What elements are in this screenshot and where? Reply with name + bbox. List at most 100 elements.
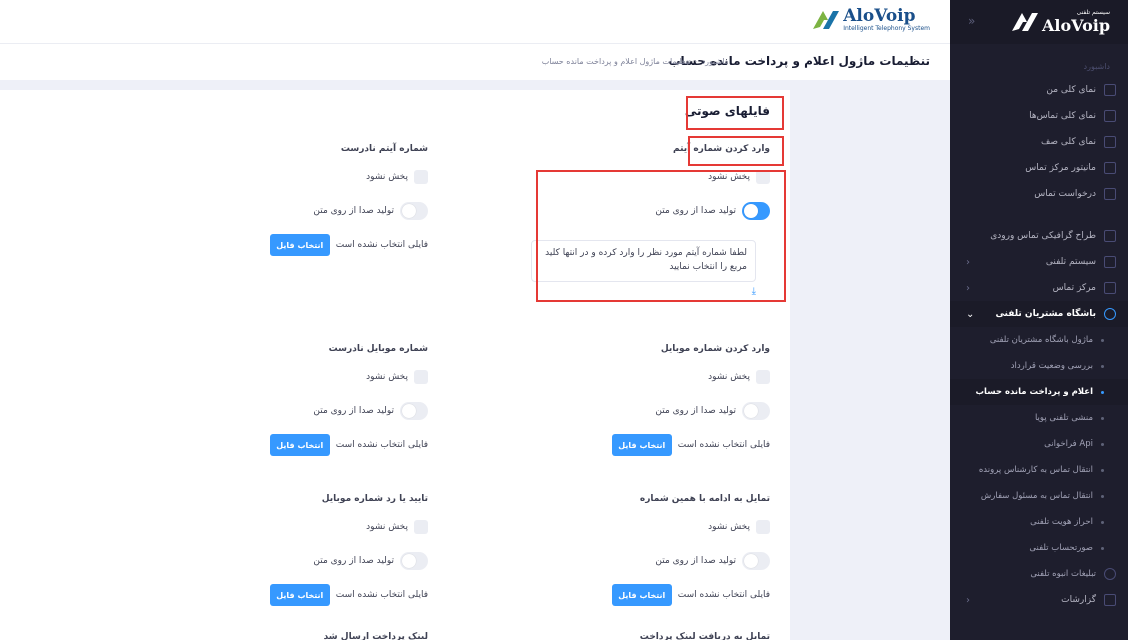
sidebar-subitem[interactable]: فراخوانی Api: [950, 431, 1128, 457]
tts-toggle[interactable]: [742, 552, 770, 570]
sidebar-item-customer-club[interactable]: ⌄ باشگاه مشتریان تلفنی: [950, 301, 1128, 327]
block-title: شماره موبایل نادرست: [328, 344, 428, 354]
no-file-label: فایلی انتخاب نشده است: [335, 440, 428, 450]
tts-toggle[interactable]: [742, 402, 770, 420]
sidebar-subitem[interactable]: احراز هویت تلفنی: [950, 509, 1128, 535]
no-play-row: پخش نشود: [366, 520, 428, 534]
no-play-checkbox[interactable]: [414, 520, 428, 534]
designer-icon: [1104, 230, 1116, 242]
top-header: AloVoip Intelligent Telephony System: [0, 0, 950, 44]
block-wrong-mobile: شماره موبایل نادرست پخش نشود تولید صدا ا…: [248, 344, 428, 464]
tts-label: تولید صدا از روی متن: [313, 556, 394, 566]
collapse-sidebar-icon[interactable]: »: [968, 14, 975, 28]
sidebar-item-queue-overview[interactable]: نمای کلی صف: [950, 129, 1128, 155]
no-play-row: پخش نشود: [366, 370, 428, 384]
sidebar-tagline: سیستم تلفنی: [1076, 9, 1110, 16]
tts-row: تولید صدا از روی متن: [313, 402, 428, 420]
sidebar-item-phone-system[interactable]: › سیستم تلفنی: [950, 249, 1128, 275]
block-wrong-item: شماره آیتم نادرست پخش نشود تولید صدا از …: [248, 144, 428, 264]
sidebar-subitem[interactable]: ماژول باشگاه مشتریان تلفنی: [950, 327, 1128, 353]
breadcrumb-separator: -: [694, 57, 698, 66]
sidebar-brand: » سیستم تلفنی AloVoip: [950, 0, 1128, 44]
sidebar-subitem[interactable]: منشی تلفنی پویا: [950, 405, 1128, 431]
no-file-label: فایلی انتخاب نشده است: [677, 590, 770, 600]
block-enter-mobile: وارد کردن شماره موبایل پخش نشود تولید صد…: [590, 344, 770, 464]
sidebar-item-designer[interactable]: طراح گرافیکی تماس ورودی: [950, 223, 1128, 249]
download-icon[interactable]: ⤓: [752, 286, 756, 297]
header-logo: AloVoip Intelligent Telephony System: [811, 8, 930, 32]
content-area: فایلهای صوتی وارد کردن شماره آیتم پخش نش…: [0, 80, 950, 640]
tts-toggle[interactable]: [400, 202, 428, 220]
sidebar-item-label: نمای کلی صف: [1041, 137, 1096, 147]
choose-file-button[interactable]: انتخاب فایل: [611, 434, 672, 456]
choose-file-button[interactable]: انتخاب فایل: [269, 584, 330, 606]
call-center-icon: [1104, 282, 1116, 294]
choose-file-button[interactable]: انتخاب فایل: [611, 584, 672, 606]
no-play-row: پخش نشود: [708, 520, 770, 534]
section-title: فایلهای صوتی: [684, 104, 770, 118]
choose-file-button[interactable]: انتخاب فایل: [269, 234, 330, 256]
no-play-checkbox[interactable]: [756, 170, 770, 184]
tts-row: تولید صدا از روی متن: [655, 552, 770, 570]
sidebar-subitem[interactable]: صورتحساب تلفنی: [950, 535, 1128, 561]
sidebar-item-label: مرکز تماس: [1052, 283, 1096, 293]
sidebar-section-title: داشبورد: [1083, 62, 1110, 71]
file-row: فایلی انتخاب نشده است انتخاب فایل: [611, 584, 770, 606]
sidebar-item-label: درخواست تماس: [1034, 189, 1096, 199]
tts-label: تولید صدا از روی متن: [655, 406, 736, 416]
subheader: تنظیمات ماژول اعلام و پرداخت مانده حساب …: [0, 44, 950, 80]
chevron-left-icon: ›: [966, 595, 970, 606]
no-play-row: پخش نشود: [708, 170, 770, 184]
block-title: لینک پرداخت ارسال شد: [323, 632, 428, 640]
sidebar-item-call-request[interactable]: درخواست تماس: [950, 181, 1128, 207]
sidebar-item-reports[interactable]: › گزارشات: [950, 587, 1128, 613]
block-link-sent: لینک پرداخت ارسال شد: [248, 632, 428, 640]
block-title: تمایل به ادامه با همین شماره: [639, 494, 770, 504]
settings-card: فایلهای صوتی وارد کردن شماره آیتم پخش نش…: [0, 90, 790, 640]
sidebar-subitem[interactable]: بررسی وضعیت قرارداد: [950, 353, 1128, 379]
no-play-row: پخش نشود: [366, 170, 428, 184]
sidebar-subitem-ads[interactable]: تبلیغات انبوه تلفنی: [950, 561, 1128, 587]
breadcrumb-home[interactable]: داشبورد: [702, 57, 728, 66]
chevron-left-icon: ›: [966, 283, 970, 294]
file-row: فایلی انتخاب نشده است انتخاب فایل: [269, 234, 428, 256]
tts-textarea[interactable]: لطفا شماره آیتم مورد نظر را وارد کرده و …: [531, 240, 756, 282]
no-play-checkbox[interactable]: [756, 370, 770, 384]
tts-row: تولید صدا از روی متن: [655, 402, 770, 420]
no-play-label: پخش نشود: [708, 172, 750, 182]
tts-row: تولید صدا از روی متن: [313, 552, 428, 570]
calls-overview-icon: [1104, 110, 1116, 122]
block-want-link: تمایل به دریافت لینک پرداخت: [590, 632, 770, 640]
header-tagline: Intelligent Telephony System: [843, 25, 930, 32]
sidebar-subitem[interactable]: انتقال تماس به مسئول سفارش: [950, 483, 1128, 509]
no-play-checkbox[interactable]: [414, 170, 428, 184]
no-file-label: فایلی انتخاب نشده است: [335, 240, 428, 250]
sidebar-item-label: نمای کلی تماس‌ها: [1029, 111, 1096, 121]
sidebar-item-my-overview[interactable]: نمای کلی من: [950, 77, 1128, 103]
file-row: فایلی انتخاب نشده است انتخاب فایل: [611, 434, 770, 456]
no-play-checkbox[interactable]: [756, 520, 770, 534]
tts-toggle[interactable]: [400, 552, 428, 570]
sidebar-item-label: طراح گرافیکی تماس ورودی: [990, 231, 1096, 241]
sidebar-subitem[interactable]: انتقال تماس به کارشناس پرونده: [950, 457, 1128, 483]
no-file-label: فایلی انتخاب نشده است: [335, 590, 428, 600]
alovoip-logo-icon: [1011, 13, 1038, 31]
no-file-label: فایلی انتخاب نشده است: [677, 440, 770, 450]
tts-label: تولید صدا از روی متن: [655, 206, 736, 216]
choose-file-button[interactable]: انتخاب فایل: [269, 434, 330, 456]
sidebar-logo: سیستم تلفنی AloVoip: [1010, 9, 1110, 35]
sidebar-item-call-center[interactable]: › مرکز تماس: [950, 275, 1128, 301]
sidebar-brand-name: AloVoip: [1041, 16, 1110, 35]
no-play-checkbox[interactable]: [414, 370, 428, 384]
sidebar-item-call-center-monitor[interactable]: مانیتور مرکز تماس: [950, 155, 1128, 181]
tts-toggle[interactable]: [742, 202, 770, 220]
block-continue-same: تمایل به ادامه با همین شماره پخش نشود تو…: [590, 494, 770, 614]
block-title: شماره آیتم نادرست: [340, 144, 428, 154]
block-title: تمایل به دریافت لینک پرداخت: [639, 632, 770, 640]
tts-toggle[interactable]: [400, 402, 428, 420]
phone-system-icon: [1104, 256, 1116, 268]
sidebar-item-calls-overview[interactable]: نمای کلی تماس‌ها: [950, 103, 1128, 129]
phone-icon: [1104, 568, 1116, 580]
chevron-down-icon: ⌄: [966, 309, 975, 320]
sidebar-subitem-active[interactable]: اعلام و پرداخت مانده حساب: [950, 379, 1128, 405]
